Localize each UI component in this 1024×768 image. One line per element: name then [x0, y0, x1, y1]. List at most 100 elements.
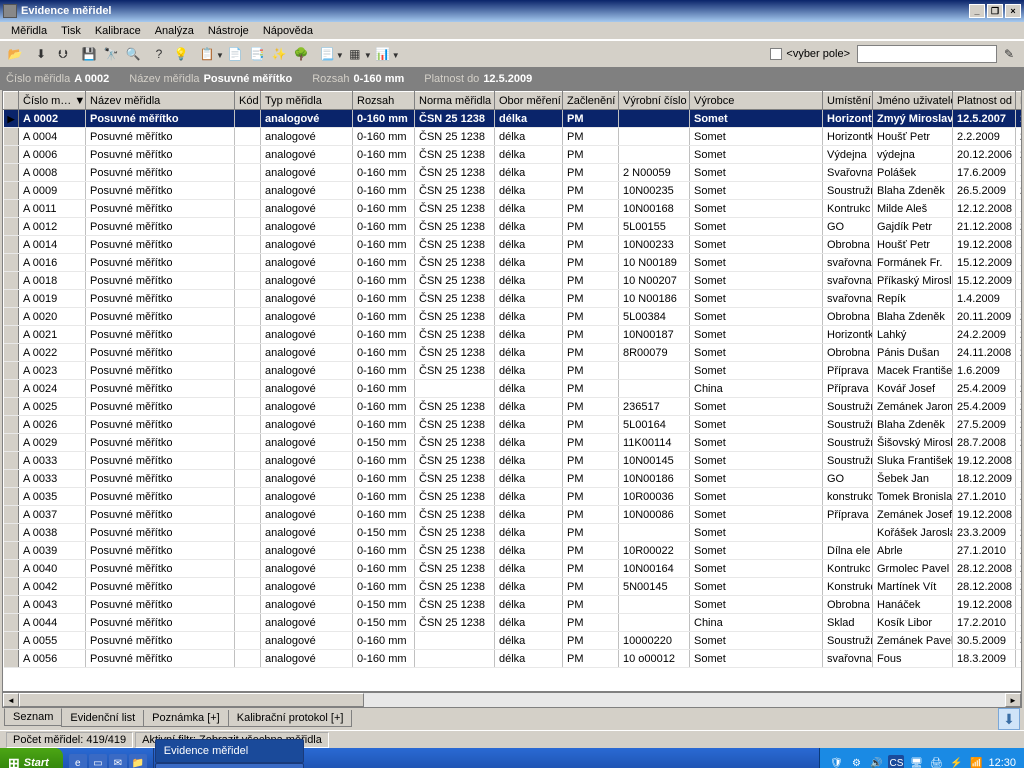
table-row[interactable]: A 0021Posuvné měřítkoanalogové0-160 mmČS… — [4, 326, 1023, 344]
table-row[interactable]: A 0022Posuvné měřítkoanalogové0-160 mmČS… — [4, 344, 1023, 362]
menu-měřidla[interactable]: Měřidla — [4, 23, 54, 39]
column-header[interactable]: Rozsah — [353, 92, 415, 110]
tab-1[interactable]: Evidenční list — [61, 710, 144, 727]
start-button[interactable]: Start — [0, 748, 63, 768]
table-row[interactable]: A 0014Posuvné měřítkoanalogové0-160 mmČS… — [4, 236, 1023, 254]
column-headers[interactable]: Číslo m… ▼Název měřidlaKódTyp měřidlaRoz… — [4, 92, 1023, 110]
lang-indicator[interactable]: CS — [888, 755, 904, 768]
download-icon[interactable]: ⬇ — [998, 708, 1020, 730]
table-row[interactable]: A 0042Posuvné měřítkoanalogové0-160 mmČS… — [4, 578, 1023, 596]
tab-2[interactable]: Poznámka [+] — [143, 710, 229, 727]
explorer-icon[interactable]: 📁 — [129, 754, 147, 768]
table-row[interactable]: A 0037Posuvné měřítkoanalogové0-160 mmČS… — [4, 506, 1023, 524]
wand-icon[interactable]: ✨ — [268, 43, 290, 65]
column-header[interactable] — [4, 92, 19, 110]
close-button[interactable]: × — [1005, 4, 1021, 18]
table-row[interactable]: A 0023Posuvné měřítkoanalogové0-160 mmČS… — [4, 362, 1023, 380]
table-row[interactable]: A 0038Posuvné měřítkoanalogové0-150 mmČS… — [4, 524, 1023, 542]
table-row[interactable]: A 0012Posuvné měřítkoanalogové0-160 mmČS… — [4, 218, 1023, 236]
paste-icon[interactable]: 📄 — [224, 43, 246, 65]
save-icon[interactable]: 💾 — [78, 43, 100, 65]
column-header[interactable]: Začlenění — [563, 92, 619, 110]
taskbar-task[interactable]: Evidence měřidel — [155, 739, 304, 763]
column-header[interactable]: Název měřidla — [86, 92, 235, 110]
tray-icon[interactable]: 🔊 — [868, 755, 884, 768]
restore-button[interactable]: ❐ — [987, 4, 1003, 18]
menu-nástroje[interactable]: Nástroje — [201, 23, 256, 39]
table-row[interactable]: A 0055Posuvné měřítkoanalogové0-160 mmdé… — [4, 632, 1023, 650]
menu-kalibrace[interactable]: Kalibrace — [88, 23, 148, 39]
column-header[interactable]: Číslo m… ▼ — [19, 92, 86, 110]
menu-tisk[interactable]: Tisk — [54, 23, 88, 39]
table-row[interactable]: A 0018Posuvné měřítkoanalogové0-160 mmČS… — [4, 272, 1023, 290]
taskbar-task[interactable]: Doručená pošta - Outloo… — [155, 763, 304, 768]
scroll-right-icon[interactable]: ► — [1005, 693, 1021, 707]
binoculars-icon[interactable]: 🔭 — [100, 43, 122, 65]
help-icon[interactable]: ? — [148, 43, 170, 65]
tray-icon[interactable]: 🛡 — [828, 755, 844, 768]
column-header[interactable]: Obor měření — [495, 92, 563, 110]
table-row[interactable]: A 0033Posuvné měřítkoanalogové0-160 mmČS… — [4, 470, 1023, 488]
tray-icon[interactable]: 🖨 — [928, 755, 944, 768]
table-row[interactable]: A 0040Posuvné měřítkoanalogové0-160 mmČS… — [4, 560, 1023, 578]
table-row[interactable]: A 0024Posuvné měřítkoanalogové0-160 mmdé… — [4, 380, 1023, 398]
table-row[interactable]: A 0043Posuvné měřítkoanalogové0-150 mmČS… — [4, 596, 1023, 614]
column-header[interactable]: Platnost od — [953, 92, 1016, 110]
column-header[interactable]: Výrobní číslo — [619, 92, 690, 110]
menu-nápověda[interactable]: Nápověda — [256, 23, 320, 39]
outlook-icon[interactable]: ✉ — [109, 754, 127, 768]
arrow-down-icon[interactable]: ⬇ — [30, 43, 52, 65]
tray-icon[interactable]: ⚡ — [948, 755, 964, 768]
tree-icon[interactable]: 🌳 — [290, 43, 312, 65]
column-header[interactable]: Umístění — [823, 92, 873, 110]
horizontal-scrollbar[interactable]: ◄ ► — [2, 692, 1022, 708]
tab-3[interactable]: Kalibrační protokol [+] — [228, 710, 353, 727]
table-row[interactable]: A 0044Posuvné měřítkoanalogové0-150 mmČS… — [4, 614, 1023, 632]
table-row[interactable]: A 0006Posuvné měřítkoanalogové0-160 mmČS… — [4, 146, 1023, 164]
app-icon — [3, 4, 17, 18]
menu-analýza[interactable]: Analýza — [148, 23, 201, 39]
table-row[interactable]: A 0009Posuvné měřítkoanalogové0-160 mmČS… — [4, 182, 1023, 200]
table-row[interactable]: A 0002Posuvné měřítkoanalogové0-160 mmČS… — [4, 110, 1023, 128]
info-icon[interactable]: 💡 — [170, 43, 192, 65]
table-row[interactable]: A 0026Posuvné měřítkoanalogové0-160 mmČS… — [4, 416, 1023, 434]
table-row[interactable]: A 0033Posuvné měřítkoanalogové0-160 mmČS… — [4, 452, 1023, 470]
multi-icon[interactable]: 📑 — [246, 43, 268, 65]
table-row[interactable]: A 0035Posuvné měřítkoanalogové0-160 mmČS… — [4, 488, 1023, 506]
doc-icon[interactable]: 📃 — [316, 43, 338, 65]
bold-down-icon[interactable]: ⮋ — [52, 43, 74, 65]
table-row[interactable]: A 0039Posuvné měřítkoanalogové0-160 mmČS… — [4, 542, 1023, 560]
table-row[interactable]: A 0025Posuvné měřítkoanalogové0-160 mmČS… — [4, 398, 1023, 416]
column-header[interactable]: Kód — [235, 92, 261, 110]
column-header[interactable]: Norma měřidla — [415, 92, 495, 110]
scroll-left-icon[interactable]: ◄ — [3, 693, 19, 707]
minimize-button[interactable]: _ — [969, 4, 985, 18]
tray-icon[interactable]: 🖥 — [908, 755, 924, 768]
tray-icon[interactable]: ⚙ — [848, 755, 864, 768]
table-row[interactable]: A 0019Posuvné měřítkoanalogové0-160 mmČS… — [4, 290, 1023, 308]
select-field-checkbox[interactable]: <vyber pole> — [770, 48, 850, 60]
tab-0[interactable]: Seznam — [4, 708, 62, 726]
data-grid[interactable]: Číslo m… ▼Název měřidlaKódTyp měřidlaRoz… — [2, 90, 1022, 692]
table-row[interactable]: A 0029Posuvné měřítkoanalogové0-150 mmČS… — [4, 434, 1023, 452]
table-row[interactable]: A 0016Posuvné měřítkoanalogové0-160 mmČS… — [4, 254, 1023, 272]
column-header[interactable]: Jméno uživatele — [873, 92, 953, 110]
zoom-icon[interactable]: 🔍 — [122, 43, 144, 65]
grid-icon[interactable]: ▦ — [344, 43, 366, 65]
tray-icon[interactable]: 📶 — [968, 755, 984, 768]
table-row[interactable]: A 0004Posuvné měřítkoanalogové0-160 mmČS… — [4, 128, 1023, 146]
folder-icon[interactable]: 📂 — [4, 43, 26, 65]
copy-icon[interactable]: 📋 — [196, 43, 218, 65]
select-field-input[interactable] — [857, 45, 997, 63]
column-header[interactable]: Typ měřidla — [261, 92, 353, 110]
clear-icon[interactable]: ✎ — [998, 43, 1020, 65]
table-row[interactable]: A 0056Posuvné měřítkoanalogové0-160 mmdé… — [4, 650, 1023, 668]
table-row[interactable]: A 0008Posuvné měřítkoanalogové0-160 mmČS… — [4, 164, 1023, 182]
column-header[interactable]: Výrobce — [690, 92, 823, 110]
desktop-icon[interactable]: ▭ — [89, 754, 107, 768]
table-row[interactable]: A 0020Posuvné měřítkoanalogové0-160 mmČS… — [4, 308, 1023, 326]
table-row[interactable]: A 0011Posuvné měřítkoanalogové0-160 mmČS… — [4, 200, 1023, 218]
ie-icon[interactable]: e — [69, 754, 87, 768]
column-header[interactable]: Pla — [1016, 92, 1023, 110]
table-icon[interactable]: 📊 — [372, 43, 394, 65]
